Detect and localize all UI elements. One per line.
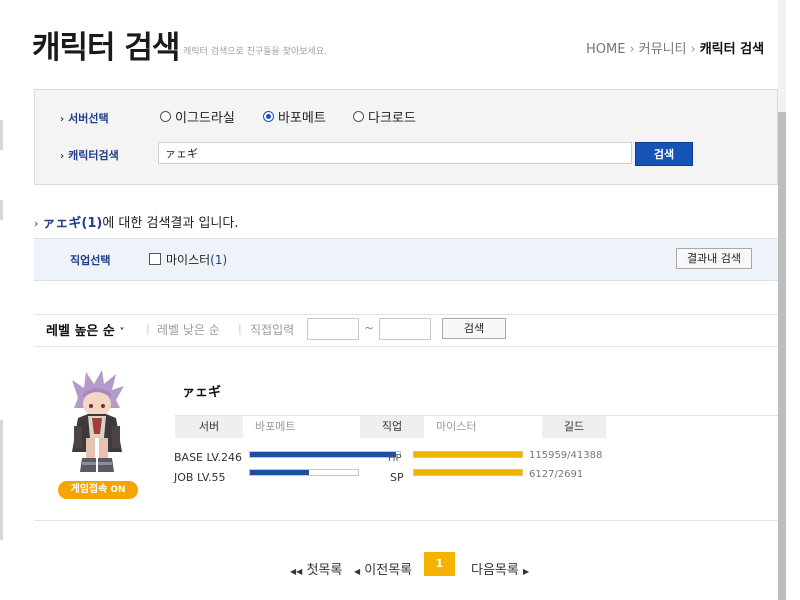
level-max-input[interactable] (379, 318, 431, 340)
level-min-input[interactable] (307, 318, 359, 340)
job-value: 마이스터 (424, 416, 542, 438)
chevron-right-icon: › (60, 151, 65, 162)
search-button[interactable]: 검색 (635, 142, 693, 166)
hp-bar (413, 451, 523, 458)
breadcrumb-community[interactable]: 커뮤니티 (639, 42, 687, 57)
separator: | (238, 322, 242, 335)
character-search-input[interactable]: ァェギ (158, 142, 632, 164)
sp-fill (414, 470, 522, 475)
server-select-label: › 서버선택 (60, 112, 109, 125)
character-search-label: › 캐릭터검색 (60, 149, 119, 162)
radio-server-yggdrasil[interactable]: 이그드라실 (160, 107, 235, 126)
job-exp-fill (250, 470, 310, 475)
hp-value: 115959/41388 (529, 450, 603, 461)
sp-value: 6127/2691 (529, 469, 584, 480)
guild-value (606, 416, 780, 438)
separator: | (146, 322, 150, 335)
chevron-right-icon: › (34, 217, 39, 230)
search-in-results-button[interactable]: 결과내 검색 (676, 248, 752, 269)
radio-server-darklord[interactable]: 다크로드 (353, 107, 416, 126)
radio-icon (353, 111, 364, 122)
hp-label: HP (388, 453, 402, 464)
job-exp-bar (249, 469, 359, 476)
chevron-down-icon: ˅ (119, 327, 125, 338)
sp-label: SP (390, 471, 404, 484)
divider (34, 346, 780, 347)
job-checkbox[interactable] (149, 253, 161, 265)
direct-input-label: 직접입력 (250, 323, 295, 337)
job-filter-bar (34, 238, 780, 281)
edge-mark (0, 200, 3, 220)
base-exp-fill (250, 452, 396, 457)
level-search-button[interactable]: 검색 (442, 318, 506, 339)
base-exp-bar (249, 451, 401, 458)
hp-fill (414, 452, 522, 457)
radio-icon (160, 111, 171, 122)
radio-server-baphomet[interactable]: 바포메트 (263, 107, 326, 126)
server-header: 서버 (175, 416, 243, 438)
sp-bar (413, 469, 523, 476)
breadcrumb-home[interactable]: HOME (586, 42, 625, 57)
double-chevron-left-icon: ◀◀ (290, 567, 303, 576)
prev-page-link[interactable]: ◀ 이전목록 (354, 559, 412, 578)
page-subtitle: 캐릭터 검색으로 친구들을 찾아보세요. (183, 47, 327, 57)
job-option-label[interactable]: 마이스터(1) (166, 251, 227, 268)
sort-level-desc[interactable]: 레벨 높은 순 ˅ (46, 320, 124, 339)
chevron-right-icon: ▶ (522, 567, 530, 576)
first-page-link[interactable]: ◀◀ 첫목록 (290, 559, 342, 578)
character-avatar (72, 370, 124, 472)
radio-checked-icon (263, 111, 274, 122)
breadcrumb-current: 캐릭터 검색 (699, 42, 765, 57)
scrollbar-thumb[interactable] (778, 112, 786, 600)
character-info-row: 서버 바포메트 직업 마이스터 길드 (175, 415, 780, 438)
search-panel (34, 89, 778, 185)
edge-mark (0, 120, 3, 150)
breadcrumb: HOME › 커뮤니티 › 캐릭터 검색 (586, 38, 764, 57)
page-title: 캐릭터 검색 (32, 30, 180, 66)
range-tilde: ~ (364, 321, 375, 335)
chevron-right-icon: › (690, 42, 696, 57)
result-summary: › ァェギ(1)에 대한 검색결과 입니다. (34, 216, 239, 231)
page-current[interactable]: 1 (424, 552, 455, 576)
job-select-label: 직업선택 (70, 254, 111, 267)
chevron-left-icon: ◀ (354, 567, 361, 576)
job-header: 직업 (360, 416, 424, 438)
job-level: JOB LV.55 (174, 471, 226, 484)
guild-header: 길드 (542, 416, 606, 438)
sort-level-asc[interactable]: 레벨 낮은 순 (157, 321, 220, 338)
chevron-right-icon: › (60, 114, 65, 125)
divider (34, 314, 780, 315)
edge-mark (0, 420, 3, 540)
character-name: ァェギ (182, 385, 222, 400)
next-page-link[interactable]: 다음목록 ▶ (471, 559, 529, 578)
online-status-badge: 게임접속 ON (58, 481, 138, 499)
base-level: BASE LV.246 (174, 451, 243, 464)
chevron-right-icon: › (629, 42, 635, 57)
divider (34, 520, 780, 521)
